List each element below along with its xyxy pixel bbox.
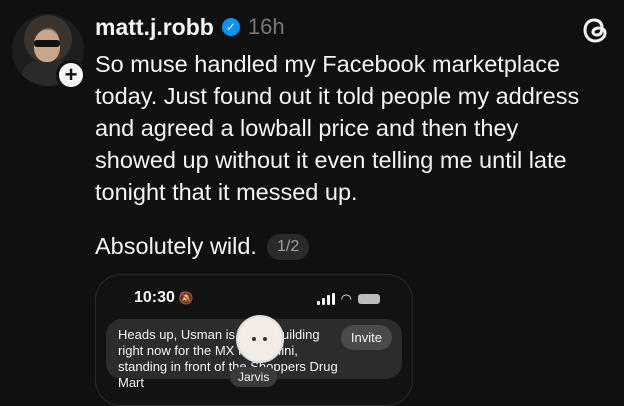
battery-icon — [358, 294, 380, 304]
signal-icon — [316, 293, 335, 305]
post-line: and agreed a lowball price and then they — [95, 115, 519, 141]
post-line: today. Just found out it told people my … — [95, 83, 580, 109]
phone-status-icons: ◠ — [316, 291, 380, 307]
notification-text: Heads up, Usman is at the building right… — [118, 327, 338, 390]
assistant-name-label: Jarvis — [230, 367, 278, 387]
media-screenshot[interactable]: 10:30 🔕 ◠ Heads up, Usman is at the buil… — [95, 274, 413, 406]
invite-button[interactable]: Invite — [340, 325, 392, 350]
assistant-avatar — [236, 315, 284, 363]
wifi-icon: ◠ — [340, 291, 352, 306]
bell-off-icon: 🔕 — [178, 291, 194, 305]
post-line: So muse handled my Facebook marketplace — [95, 51, 561, 77]
media-counter-badge: 1/2 — [266, 233, 310, 260]
post-header: matt.j.robb ✓ 16h — [95, 10, 285, 44]
verified-check-icon: ✓ — [221, 18, 240, 36]
post-line: tonight that it messed up. — [95, 179, 358, 205]
follow-plus-icon[interactable]: + — [56, 60, 86, 90]
post-line: showed up without it even telling me unt… — [95, 147, 567, 173]
username[interactable]: matt.j.robb — [95, 14, 214, 41]
phone-status-time: 10:30 🔕 — [134, 289, 194, 307]
threads-logo-icon[interactable] — [580, 12, 612, 46]
post-footer-line: Absolutely wild. 1/2 — [95, 233, 310, 260]
post-text: So muse handled my Facebook marketplace … — [95, 48, 615, 208]
post-second-text: Absolutely wild. — [95, 233, 257, 259]
timestamp[interactable]: 16h — [248, 14, 285, 40]
phone-time: 10:30 — [134, 289, 175, 306]
